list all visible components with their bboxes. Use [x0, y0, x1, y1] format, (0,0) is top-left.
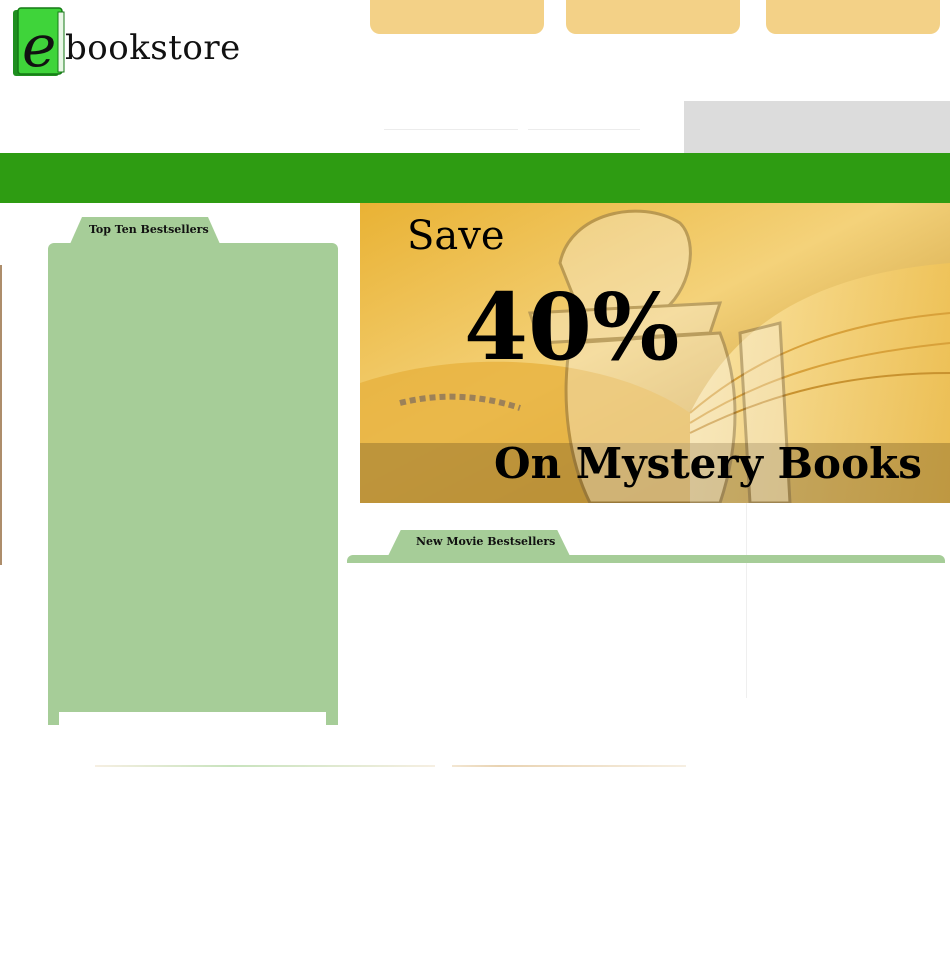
promo-discount: 40% — [464, 273, 680, 381]
nav-tab-3[interactable] — [766, 0, 940, 34]
nav-tab-1[interactable] — [370, 0, 544, 34]
footer-divider — [95, 765, 435, 767]
footer-divider — [452, 765, 686, 767]
left-edge-decoration — [0, 265, 2, 565]
book-logo-icon: e — [13, 7, 65, 78]
bestsellers-panel — [48, 243, 338, 725]
promo-banner[interactable]: Save 40% On Mystery Books — [360, 203, 950, 503]
promo-subtitle: On Mystery Books — [494, 439, 922, 488]
main-nav-bar — [0, 153, 950, 203]
logo-letter: e — [22, 12, 56, 78]
promo-headline: Save — [407, 213, 505, 259]
bestsellers-panel-footer — [59, 712, 326, 725]
movie-bestsellers-panel — [347, 555, 945, 563]
header-divider — [528, 129, 640, 130]
logo[interactable]: e bookstore — [10, 6, 240, 81]
nav-tab-2[interactable] — [566, 0, 740, 34]
content-divider — [746, 503, 747, 698]
logo-wordmark: bookstore — [65, 28, 241, 68]
search-panel[interactable] — [684, 101, 950, 153]
header-divider — [384, 129, 518, 130]
movie-bestsellers-tab-label: New Movie Bestsellers — [416, 535, 556, 548]
bestsellers-tab-label: Top Ten Bestsellers — [89, 223, 209, 236]
